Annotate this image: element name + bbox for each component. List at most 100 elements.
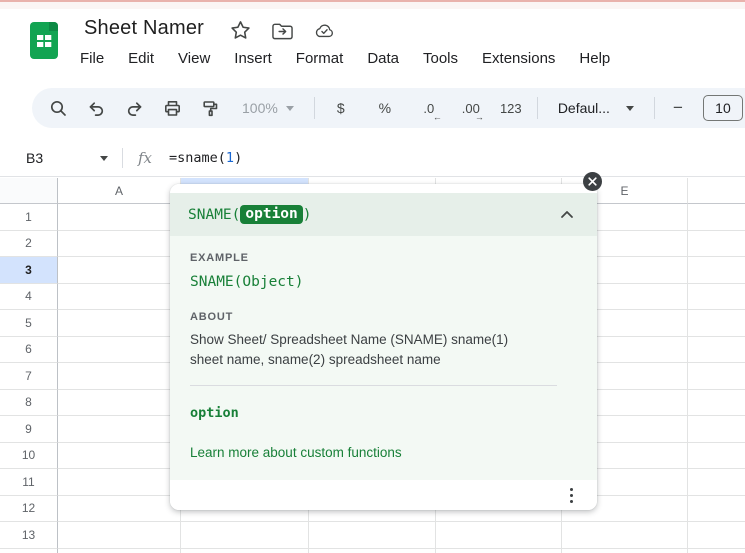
paint-format-icon[interactable]: [192, 90, 228, 126]
row-header-6[interactable]: 6: [0, 337, 58, 364]
grid-cell[interactable]: [688, 204, 745, 231]
grid-cell[interactable]: [562, 549, 688, 553]
column-header-a[interactable]: A: [58, 178, 181, 204]
font-selector[interactable]: Defaul...: [546, 100, 646, 116]
window-top-band: [0, 2, 745, 9]
row-header[interactable]: [0, 549, 58, 553]
menu-edit[interactable]: Edit: [116, 48, 166, 69]
grid-cell[interactable]: [688, 443, 745, 470]
grid-cell[interactable]: [436, 522, 562, 549]
row-header-11[interactable]: 11: [0, 469, 58, 496]
grid-cell[interactable]: [58, 231, 181, 258]
function-name: SNAME(: [188, 207, 240, 223]
grid-row: [0, 549, 745, 553]
select-all-corner[interactable]: [0, 178, 58, 204]
row-header-7[interactable]: 7: [0, 363, 58, 390]
grid-cell[interactable]: [562, 522, 688, 549]
grid-cell[interactable]: [688, 363, 745, 390]
row-header-4[interactable]: 4: [0, 284, 58, 311]
grid-cell[interactable]: [436, 549, 562, 553]
menu-file[interactable]: File: [68, 48, 116, 69]
menu-extensions[interactable]: Extensions: [470, 48, 567, 69]
menu-view[interactable]: View: [166, 48, 222, 69]
grid-cell[interactable]: [58, 363, 181, 390]
name-box[interactable]: B3: [0, 150, 122, 166]
grid-cell[interactable]: [688, 469, 745, 496]
formula-input[interactable]: =sname(1): [169, 150, 242, 166]
close-button[interactable]: [583, 172, 602, 191]
grid-cell[interactable]: [309, 522, 436, 549]
undo-icon[interactable]: [78, 90, 114, 126]
print-icon[interactable]: [154, 90, 190, 126]
formula-bar: B3 fx =sname(1): [0, 140, 745, 177]
active-parameter-chip: option: [240, 205, 302, 224]
grid-cell[interactable]: [58, 549, 181, 553]
chevron-down-icon: [100, 156, 108, 161]
row-header-13[interactable]: 13: [0, 522, 58, 549]
grid-cell[interactable]: [58, 443, 181, 470]
about-text: Show Sheet/ Spreadsheet Name (SNAME) sna…: [190, 330, 542, 369]
row-header-3[interactable]: 3: [0, 257, 58, 284]
grid-cell[interactable]: [58, 257, 181, 284]
grid-cell[interactable]: [58, 496, 181, 523]
menu-insert[interactable]: Insert: [222, 48, 284, 69]
grid-cell[interactable]: [309, 549, 436, 553]
menu-tools[interactable]: Tools: [411, 48, 470, 69]
star-icon[interactable]: [230, 20, 251, 41]
grid-cell[interactable]: [688, 337, 745, 364]
more-options-button[interactable]: [566, 484, 577, 507]
popup-body: EXAMPLE SNAME(Object) ABOUT Show Sheet/ …: [170, 236, 597, 480]
decrease-decimal-button[interactable]: .0 ←: [409, 90, 449, 126]
about-label: ABOUT: [190, 311, 577, 323]
grid-cell[interactable]: [688, 522, 745, 549]
arrow-right-icon: →: [475, 112, 484, 122]
grid-cell[interactable]: [58, 337, 181, 364]
menu-data[interactable]: Data: [355, 48, 411, 69]
formula-text: ): [234, 150, 242, 166]
grid-cell[interactable]: [688, 496, 745, 523]
column-header[interactable]: [688, 178, 745, 204]
row-header-10[interactable]: 10: [0, 443, 58, 470]
grid-cell[interactable]: [58, 390, 181, 417]
row-header-5[interactable]: 5: [0, 310, 58, 337]
grid-cell[interactable]: [688, 390, 745, 417]
increase-decimal-button[interactable]: .00 →: [451, 90, 491, 126]
percent-format-button[interactable]: %: [367, 90, 403, 126]
toolbar-divider: [537, 97, 538, 119]
grid-cell[interactable]: [58, 204, 181, 231]
grid-cell[interactable]: [58, 416, 181, 443]
folder-move-icon[interactable]: [272, 20, 293, 41]
row-header-1[interactable]: 1: [0, 204, 58, 231]
grid-cell[interactable]: [688, 310, 745, 337]
collapse-button[interactable]: [557, 205, 577, 225]
grid-cell[interactable]: [58, 522, 181, 549]
row-header-9[interactable]: 9: [0, 416, 58, 443]
grid-cell[interactable]: [58, 310, 181, 337]
grid-cell[interactable]: [688, 257, 745, 284]
sheets-logo-icon[interactable]: [30, 22, 58, 59]
menu-help[interactable]: Help: [567, 48, 622, 69]
grid-cell[interactable]: [58, 469, 181, 496]
cloud-check-icon[interactable]: [314, 20, 335, 41]
document-title[interactable]: Sheet Namer: [84, 17, 204, 40]
zoom-value: 100%: [242, 100, 278, 116]
search-icon[interactable]: [40, 90, 76, 126]
grid-cell[interactable]: [181, 522, 309, 549]
zoom-selector[interactable]: 100%: [230, 100, 306, 116]
learn-more-link[interactable]: Learn more about custom functions: [190, 445, 402, 460]
row-header-12[interactable]: 12: [0, 496, 58, 523]
font-size-input[interactable]: 10: [703, 95, 743, 121]
number-format-button[interactable]: 123: [493, 90, 529, 126]
grid-cell[interactable]: [688, 416, 745, 443]
menu-format[interactable]: Format: [284, 48, 356, 69]
grid-cell[interactable]: [688, 549, 745, 553]
redo-icon[interactable]: [116, 90, 152, 126]
row-header-8[interactable]: 8: [0, 390, 58, 417]
row-header-2[interactable]: 2: [0, 231, 58, 258]
decrease-font-size-button[interactable]: −: [663, 98, 693, 118]
grid-cell[interactable]: [688, 231, 745, 258]
grid-cell[interactable]: [58, 284, 181, 311]
currency-format-button[interactable]: $: [323, 90, 359, 126]
grid-cell[interactable]: [688, 284, 745, 311]
grid-cell[interactable]: [181, 549, 309, 553]
